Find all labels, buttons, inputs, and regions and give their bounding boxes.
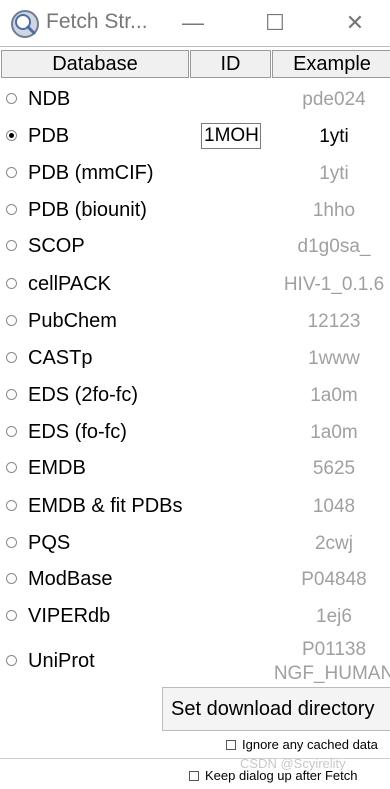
example-value-line1: P01138 <box>301 639 367 660</box>
database-label: EDS (fo-fc) <box>28 421 127 443</box>
example-value-line2: NGF_HUMAN <box>273 663 390 684</box>
database-label: EMDB <box>28 457 86 479</box>
radio-cellpack[interactable] <box>6 278 17 289</box>
minimize-button[interactable]: — <box>158 0 228 46</box>
example-value: 12123 <box>307 311 361 332</box>
radio-modbase[interactable] <box>6 573 17 584</box>
chimera-app-icon <box>11 10 39 38</box>
minimize-icon: — <box>182 10 204 35</box>
radio-ndb[interactable] <box>6 93 17 104</box>
keep-dialog-option[interactable]: Keep dialog up after Fetch <box>189 768 358 783</box>
database-label: cellPACK <box>28 273 111 295</box>
close-button[interactable]: ✕ <box>320 0 390 46</box>
keep-dialog-label: Keep dialog up after Fetch <box>205 768 358 783</box>
database-label: PubChem <box>28 310 117 332</box>
radio-pdb-mmcif[interactable] <box>6 167 17 178</box>
id-input[interactable] <box>201 123 261 149</box>
database-label: ModBase <box>28 568 113 590</box>
close-icon: ✕ <box>345 10 365 35</box>
radio-pubchem[interactable] <box>6 315 17 326</box>
radio-castp[interactable] <box>6 352 17 363</box>
database-label: CASTp <box>28 347 93 369</box>
window-title: Fetch Str... <box>46 10 148 33</box>
column-header-id: ID <box>190 50 271 78</box>
database-label: UniProt <box>28 650 95 672</box>
radio-pdb-biounit[interactable] <box>6 204 17 215</box>
ignore-cache-checkbox[interactable] <box>226 739 236 750</box>
radio-uniprot[interactable] <box>6 655 17 666</box>
database-label: EMDB & fit PDBs <box>28 495 183 517</box>
example-value: 1www <box>308 348 360 369</box>
example-value: 2cwj <box>314 533 353 554</box>
database-label: VIPERdb <box>28 605 111 627</box>
ignore-cache-option[interactable]: Ignore any cached data <box>226 737 378 752</box>
example-value: 1yti <box>319 126 349 147</box>
database-label: SCOP <box>28 235 85 257</box>
database-label: PQS <box>28 532 71 554</box>
maximize-icon: ☐ <box>265 10 285 35</box>
radio-emdb[interactable] <box>6 462 17 473</box>
radio-eds-2fo-fc[interactable] <box>6 389 17 400</box>
example-value: 1ej6 <box>316 606 352 627</box>
keep-dialog-checkbox[interactable] <box>189 770 199 781</box>
radio-pdb[interactable] <box>6 130 17 141</box>
database-label: EDS (2fo-fc) <box>28 384 139 406</box>
example-value: 1yti <box>319 163 349 184</box>
radio-emdb-fit-pdbs[interactable] <box>6 500 17 511</box>
title-bar: Fetch Str... — ☐ ✕ <box>0 0 390 46</box>
database-label: PDB <box>28 125 70 147</box>
example-value: pde024 <box>302 89 366 110</box>
column-header-database: Database <box>1 50 189 78</box>
example-value: P04848 <box>301 569 367 590</box>
column-header-example: Example <box>272 50 390 78</box>
database-label: PDB (biounit) <box>28 199 147 221</box>
radio-pqs[interactable] <box>6 537 17 548</box>
example-value: 1a0m <box>310 422 358 443</box>
radio-viperdb[interactable] <box>6 610 17 621</box>
radio-eds-fo-fc[interactable] <box>6 426 17 437</box>
database-label: PDB (mmCIF) <box>28 162 154 184</box>
ignore-cache-label: Ignore any cached data <box>242 737 378 752</box>
database-label: NDB <box>28 88 71 110</box>
example-value: HIV-1_0.1.6 <box>283 274 385 295</box>
example-value: 1048 <box>312 496 356 517</box>
example-value: d1g0sa_ <box>297 236 371 257</box>
radio-scop[interactable] <box>6 240 17 251</box>
example-value: 1a0m <box>310 385 358 406</box>
example-value: 5625 <box>312 458 356 479</box>
example-value: 1hho <box>312 200 356 221</box>
set-download-directory-button[interactable]: Set download directory <box>162 687 390 731</box>
maximize-button[interactable]: ☐ <box>240 0 310 46</box>
